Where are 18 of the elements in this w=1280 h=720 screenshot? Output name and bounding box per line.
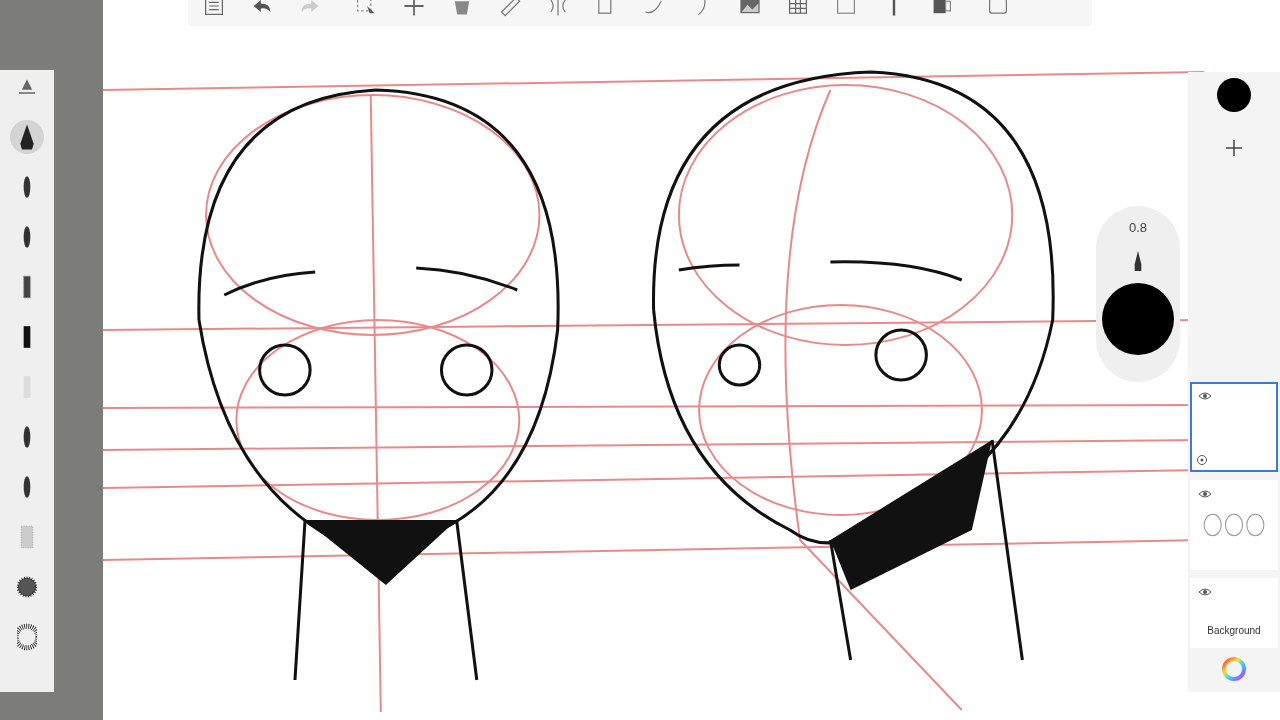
layer-thumbnail — [1202, 512, 1266, 538]
add-layer-icon[interactable] — [1226, 140, 1242, 156]
color-wheel-icon[interactable] — [1221, 656, 1247, 682]
layer-item[interactable] — [1190, 382, 1278, 472]
layer-options-icon[interactable] — [1196, 454, 1208, 466]
current-color-swatch[interactable] — [1217, 78, 1251, 112]
brush-stroke-icon — [17, 622, 37, 652]
list-icon[interactable] — [202, 0, 226, 18]
ruler-icon[interactable] — [498, 0, 522, 18]
layer-name: Background — [1207, 625, 1261, 636]
brush-preview-bubble[interactable]: 0.8 — [1096, 206, 1180, 382]
eye-icon[interactable] — [1198, 586, 1212, 598]
brush-preset[interactable] — [10, 120, 44, 154]
eye-icon[interactable] — [1198, 488, 1212, 500]
brush-size-value: 0.8 — [1128, 220, 1148, 235]
layer-item[interactable]: Background — [1190, 578, 1278, 648]
move-icon[interactable] — [402, 0, 426, 18]
eye-icon[interactable] — [1198, 390, 1212, 402]
